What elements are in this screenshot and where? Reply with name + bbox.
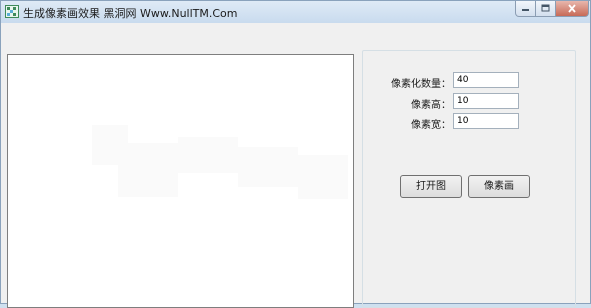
pixel-block <box>238 147 298 187</box>
client-area: 像素化数量： 40 像素高： 10 像素宽： 10 打开图 像素画 <box>1 23 590 308</box>
pixel-block <box>298 155 348 199</box>
pixel-width-label: 像素宽： <box>411 120 451 131</box>
image-preview <box>7 54 354 308</box>
pixel-block <box>118 143 178 197</box>
pixel-block <box>178 137 238 173</box>
pixel-height-input[interactable]: 10 <box>453 93 519 109</box>
title-bar[interactable]: 生成像素画效果 黑洞网 Www.NullTM.Com <box>1 1 590 23</box>
pixel-height-label: 像素高： <box>411 100 451 111</box>
close-icon <box>568 4 576 13</box>
pixel-count-label: 像素化数量： <box>391 79 451 90</box>
maximize-button[interactable] <box>535 1 556 17</box>
minimize-icon <box>522 9 529 11</box>
pixel-count-input[interactable]: 40 <box>453 72 519 88</box>
pixelate-button[interactable]: 像素画 <box>468 175 530 198</box>
open-image-button[interactable]: 打开图 <box>400 175 462 198</box>
minimize-button[interactable] <box>515 1 536 17</box>
app-icon <box>5 5 19 18</box>
pixel-width-input[interactable]: 10 <box>453 113 519 129</box>
window-title: 生成像素画效果 黑洞网 Www.NullTM.Com <box>23 7 238 20</box>
main-window: 生成像素画效果 黑洞网 Www.NullTM.Com 像素化数量： 40 像素高… <box>0 0 591 308</box>
pixel-grid-strip <box>8 293 353 307</box>
close-button[interactable] <box>555 1 589 17</box>
maximize-icon <box>541 4 550 12</box>
